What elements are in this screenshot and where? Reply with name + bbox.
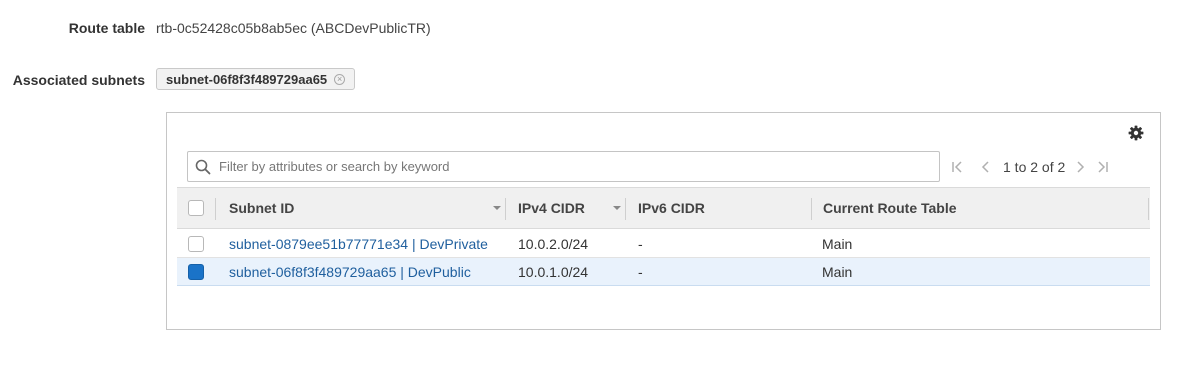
column-header-current-route-table: Current Route Table bbox=[823, 200, 957, 216]
ipv6-cidr-cell: - bbox=[638, 235, 643, 252]
column-divider bbox=[215, 198, 216, 220]
previous-page-icon[interactable] bbox=[979, 160, 993, 174]
column-divider bbox=[625, 198, 626, 220]
last-page-icon[interactable] bbox=[1095, 160, 1109, 174]
associated-subnets-label: Associated subnets bbox=[12, 72, 145, 88]
subnet-id-link[interactable]: subnet-06f8f3f489729aa65 | DevPublic bbox=[229, 258, 471, 285]
filter-search-box[interactable] bbox=[187, 151, 940, 182]
ipv4-cidr-cell: 10.0.2.0/24 bbox=[518, 235, 589, 252]
first-page-icon[interactable] bbox=[951, 160, 965, 174]
close-circle-icon[interactable]: × bbox=[334, 73, 346, 85]
subnet-token: subnet-06f8f3f489729aa65 × bbox=[156, 68, 356, 90]
filter-search-input[interactable] bbox=[217, 158, 921, 175]
column-divider bbox=[811, 198, 812, 220]
sort-caret-icon[interactable] bbox=[613, 206, 621, 210]
sort-caret-icon[interactable] bbox=[493, 206, 501, 210]
column-header-ipv6-cidr: IPv6 CIDR bbox=[638, 200, 705, 216]
column-divider bbox=[505, 198, 506, 220]
pagination: 1 to 2 of 2 bbox=[951, 157, 1109, 177]
table-row[interactable]: subnet-0879ee51b77771e34 | DevPrivate 10… bbox=[177, 230, 1150, 258]
gear-icon[interactable] bbox=[1128, 125, 1144, 141]
pagination-text: 1 to 2 of 2 bbox=[1003, 159, 1066, 175]
table-row[interactable]: subnet-06f8f3f489729aa65 | DevPublic 10.… bbox=[177, 258, 1150, 286]
row-checkbox-checked[interactable] bbox=[188, 264, 204, 280]
route-table-value: rtb-0c52428c05b8ab5ec (ABCDevPublicTR) bbox=[156, 20, 431, 36]
ipv4-cidr-cell: 10.0.1.0/24 bbox=[518, 263, 589, 280]
search-icon bbox=[195, 159, 211, 174]
next-page-icon[interactable] bbox=[1073, 160, 1087, 174]
subnet-id-link[interactable]: subnet-0879ee51b77771e34 | DevPrivate bbox=[229, 230, 488, 257]
ipv6-cidr-cell: - bbox=[638, 263, 643, 280]
table-header: Subnet ID IPv4 CIDR IPv6 CIDR Current Ro… bbox=[177, 187, 1150, 229]
route-table-label: Route table bbox=[68, 20, 145, 36]
route-table-cell: Main bbox=[822, 235, 853, 252]
column-header-ipv4-cidr[interactable]: IPv4 CIDR bbox=[518, 188, 585, 228]
column-divider bbox=[1148, 198, 1149, 220]
select-all-checkbox[interactable] bbox=[188, 200, 204, 216]
column-header-subnet-id[interactable]: Subnet ID bbox=[229, 188, 294, 228]
subnet-token-label: subnet-06f8f3f489729aa65 bbox=[166, 71, 328, 87]
route-table-cell: Main bbox=[822, 263, 853, 280]
row-checkbox[interactable] bbox=[188, 236, 204, 252]
